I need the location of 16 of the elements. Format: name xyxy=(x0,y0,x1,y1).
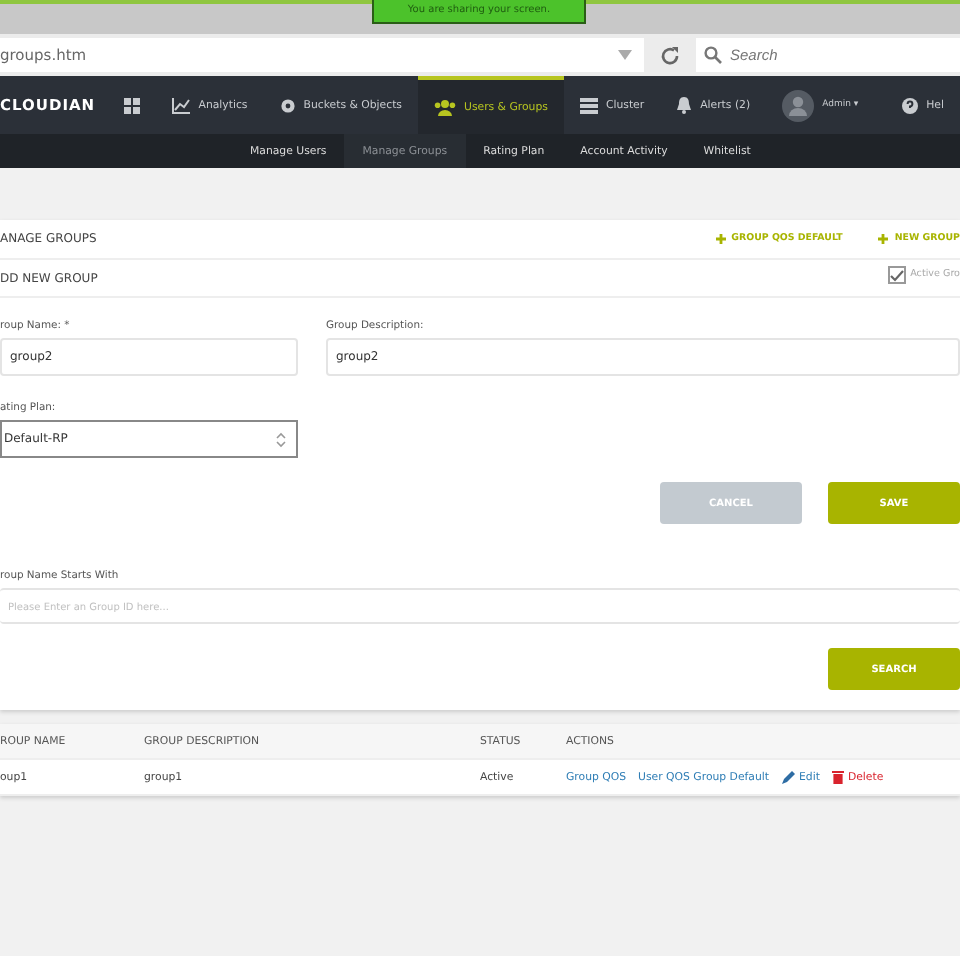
bell-icon xyxy=(676,96,693,114)
plus-icon xyxy=(715,234,726,244)
help-icon xyxy=(902,97,919,113)
up-down-arrows-icon xyxy=(276,431,286,447)
pencil-icon xyxy=(781,770,795,784)
trash-icon xyxy=(831,770,844,784)
reload-icon[interactable] xyxy=(660,45,680,65)
avatar-icon xyxy=(782,89,815,121)
users-icon xyxy=(434,99,456,115)
gear-icon xyxy=(279,97,296,113)
active-checkbox[interactable] xyxy=(888,266,907,284)
plus-icon xyxy=(878,234,889,244)
list-icon xyxy=(579,97,598,113)
search-icon xyxy=(704,46,722,64)
grid-icon xyxy=(124,97,141,113)
line-chart-icon xyxy=(172,97,191,113)
